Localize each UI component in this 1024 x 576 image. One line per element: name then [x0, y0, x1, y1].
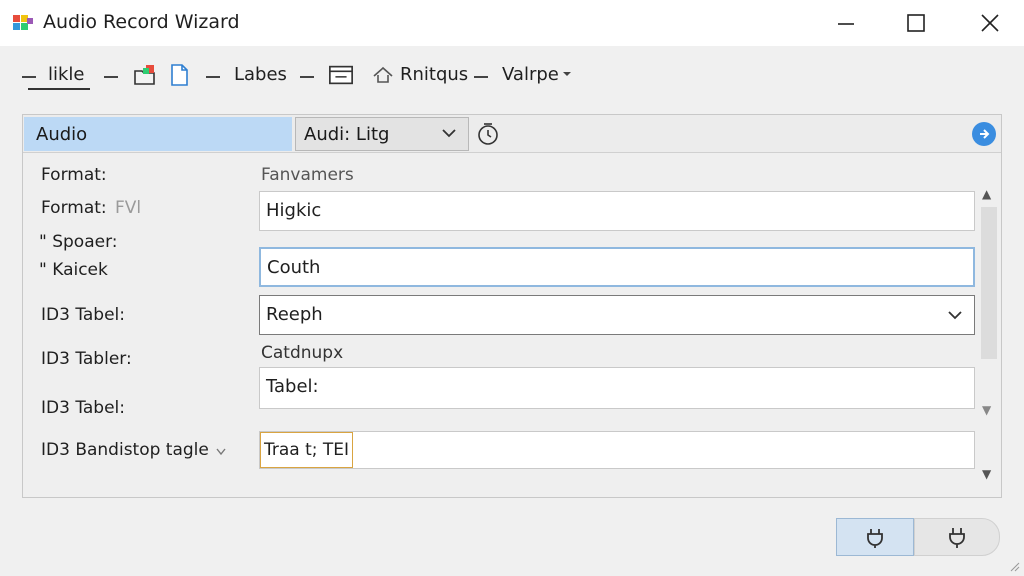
scroll-thumb[interactable] [981, 207, 997, 359]
scroll-down-icon[interactable]: ▼ [982, 403, 991, 417]
audio-source-combo[interactable]: Audi: Litg [295, 117, 469, 151]
minimize-button[interactable] [816, 0, 876, 46]
toolbar: likle Labes Rnitqus Valrpe [0, 56, 1024, 98]
title-bar: Audio Record Wizard [0, 0, 1024, 46]
toolbar-separator [22, 76, 36, 78]
field-tabel[interactable]: Tabel: [259, 367, 975, 409]
kaicek-label: " Kaicek [39, 260, 108, 280]
app-icon [13, 15, 33, 30]
id3-tabel-label: ID3 Tabel: [41, 305, 126, 325]
id3-bandistop-label: ID3 Bandistop tagle [41, 440, 209, 460]
id3-tabel2-label: ID3 Tabel: [41, 398, 126, 418]
field-couth-value: Couth [267, 257, 321, 278]
id3-tabler-label: ID3 Tabler: [41, 349, 132, 369]
chevron-down-icon [948, 311, 962, 320]
spoaer-label: " Spoaer: [39, 232, 118, 252]
maximize-button[interactable] [886, 0, 946, 46]
window-title: Audio Record Wizard [43, 11, 240, 33]
toolbar-separator [300, 76, 314, 78]
plug-icon [949, 528, 965, 548]
field-higkic[interactable]: Higkic [259, 191, 975, 231]
format2-label: Format: [41, 198, 107, 218]
folder-new-icon[interactable] [132, 62, 158, 88]
unplug-button[interactable] [914, 518, 1000, 556]
toolbar-item-rnitqus[interactable]: Rnitqus [400, 64, 468, 85]
dropdown-arrow-icon[interactable] [560, 67, 574, 81]
maximize-icon [907, 14, 925, 32]
clock-icon[interactable] [475, 121, 501, 147]
toolbar-separator [474, 76, 488, 78]
chevron-down-icon [442, 129, 456, 138]
field-couth[interactable]: Couth [259, 247, 975, 287]
toolbar-separator [206, 76, 220, 78]
field-higkic-value: Higkic [266, 200, 322, 221]
close-icon [981, 14, 999, 32]
field-traat-value: Traa t; TEI [260, 432, 354, 468]
minimize-icon [838, 23, 854, 25]
format-label: Format: [41, 165, 107, 185]
panel-header: Audio Audi: Litg [23, 115, 1001, 153]
toolbar-separator [104, 76, 118, 78]
active-link-underline [28, 88, 90, 90]
scroll-bottom-icon[interactable]: ▼ [982, 467, 991, 481]
toolbar-item-valrpe[interactable]: Valrpe [502, 64, 559, 85]
chevron-down-icon[interactable] [215, 445, 227, 457]
catdnupx-label: Catdnupx [261, 343, 344, 363]
scroll-up-icon[interactable]: ▲ [982, 187, 991, 201]
field-tabel-value: Tabel: [266, 376, 319, 397]
toolbar-link-likle[interactable]: likle [48, 64, 85, 85]
parameters-label: Fanvamers [261, 165, 354, 185]
plug-button[interactable] [836, 518, 914, 556]
tab-audio[interactable]: Audio [24, 117, 292, 151]
select-reeph[interactable]: Reeph [259, 295, 975, 335]
select-reeph-value: Reeph [266, 304, 323, 325]
combo-value: Audi: Litg [304, 124, 390, 145]
main-panel: Audio Audi: Litg Format: Fanvamers Forma… [22, 114, 1002, 498]
resize-grip-icon[interactable] [1008, 560, 1020, 572]
forward-circle-icon[interactable] [971, 121, 997, 147]
window-icon[interactable] [328, 62, 354, 88]
format2-suffix: FVl [115, 198, 142, 218]
scrollbar[interactable]: ▲ ▼ ▼ [979, 181, 999, 491]
close-button[interactable] [960, 0, 1020, 46]
file-icon[interactable] [166, 62, 192, 88]
home-icon[interactable] [370, 62, 396, 88]
toolbar-item-labes[interactable]: Labes [234, 64, 287, 85]
field-traat[interactable]: Traa t; TEI [259, 431, 975, 469]
plug-icon [867, 529, 883, 548]
